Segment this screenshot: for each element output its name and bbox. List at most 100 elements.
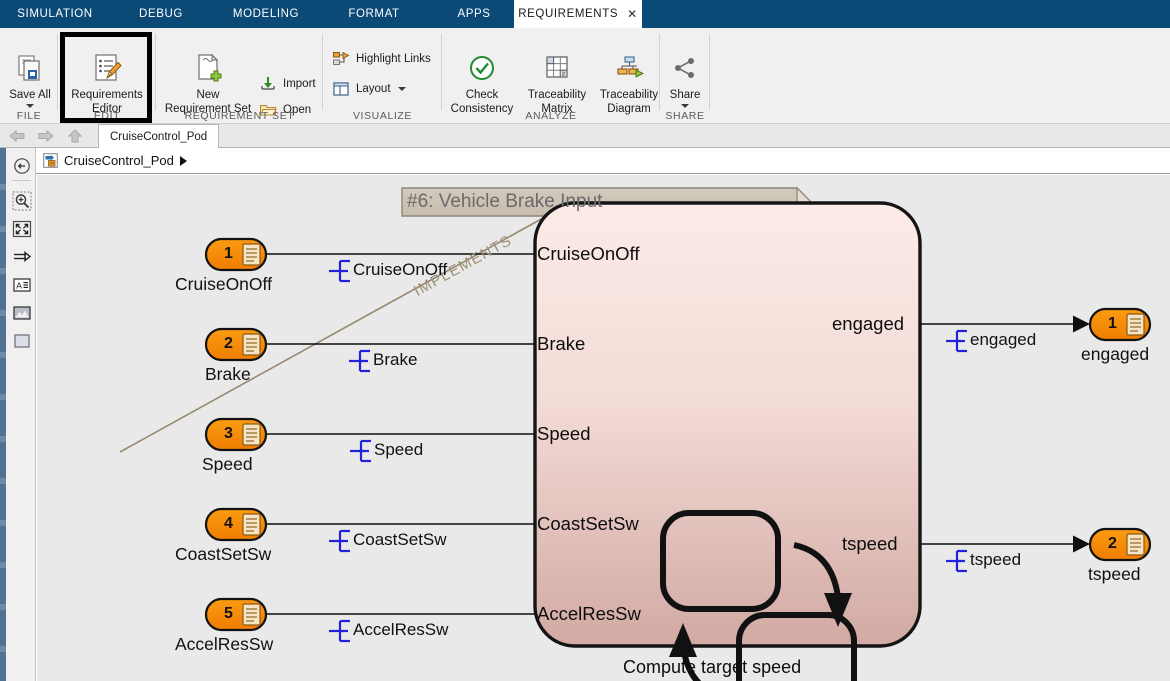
check-consistency-button[interactable]: Check Consistency xyxy=(446,50,518,116)
tab-requirements[interactable]: REQUIREMENTS ✕ xyxy=(514,0,642,28)
area-rect-icon[interactable] xyxy=(11,330,33,352)
svg-text:A: A xyxy=(16,280,22,290)
share-button[interactable]: Share xyxy=(662,50,708,108)
subsystem-caption: Compute target speed xyxy=(623,657,802,677)
signal-label-brake: Brake xyxy=(373,350,418,369)
tab-format[interactable]: FORMAT xyxy=(338,0,410,28)
block-inport-label-2: Brake xyxy=(537,333,586,354)
navigation-strip: CruiseControl_Pod xyxy=(0,124,1170,148)
requirement-doc-badge-icon xyxy=(242,513,261,536)
tab-debug[interactable]: DEBUG xyxy=(126,0,196,28)
grid-matrix-icon xyxy=(542,50,572,86)
model-tab-label: CruiseControl_Pod xyxy=(110,130,208,143)
image-icon[interactable] xyxy=(11,302,33,324)
implements-link xyxy=(119,195,564,453)
forward-arrow-icon[interactable] xyxy=(35,127,57,145)
tab-apps-label: APPS xyxy=(457,8,491,20)
breadcrumb-bar: CruiseControl_Pod xyxy=(0,148,1170,174)
layout-label: Layout xyxy=(356,83,391,95)
traceability-matrix-button[interactable]: Traceability Matrix xyxy=(521,50,593,116)
requirement-doc-badge-icon xyxy=(242,423,261,446)
save-all-button[interactable]: Save All xyxy=(4,50,56,108)
chevron-down-icon[interactable] xyxy=(397,87,406,91)
zoom-marquee-icon[interactable] xyxy=(11,190,33,212)
layout-icon xyxy=(331,79,351,99)
signal-label-cruiseonoff: CruiseOnOff xyxy=(353,260,448,279)
chevron-down-icon[interactable] xyxy=(681,104,689,108)
block-inport-label-3: Speed xyxy=(537,423,591,444)
block-outport-label-2: tspeed xyxy=(842,533,898,554)
breadcrumb[interactable]: CruiseControl_Pod xyxy=(34,148,195,173)
block-inport-label-5: AccelResSw xyxy=(537,603,641,624)
tab-simulation[interactable]: SIMULATION xyxy=(8,0,102,28)
simulink-window: SIMULATION DEBUG MODELING FORMAT APPS RE… xyxy=(0,0,1170,681)
canvas-toolbar: A xyxy=(6,148,36,681)
ribbon-group-requirement-set: New Requirement Set Import Open REQUIREM… xyxy=(156,28,323,124)
inport-label-1: CruiseOnOff xyxy=(175,274,272,294)
text-annotation-icon[interactable]: A xyxy=(11,274,33,296)
inport-number-5: 5 xyxy=(224,605,233,622)
inport-number-1: 1 xyxy=(224,245,233,262)
signal-label-engaged: engaged xyxy=(970,330,1037,349)
ribbon-group-visualize-label: VISUALIZE xyxy=(352,110,413,122)
tab-requirements-label: REQUIREMENTS xyxy=(518,8,619,20)
signal-label-coastsetsw: CoastSetSw xyxy=(353,530,447,549)
ribbon-group-analyze-label: ANALYZE xyxy=(525,110,577,122)
share-label: Share xyxy=(669,89,701,101)
inport-wires xyxy=(265,245,568,623)
outport-label-1: engaged xyxy=(1081,344,1150,364)
requirements-editor-button[interactable]: Requirements Editor xyxy=(63,50,151,116)
outport-label-2: tspeed xyxy=(1088,564,1141,584)
check-circle-icon xyxy=(467,50,497,86)
share-nodes-icon xyxy=(671,50,699,86)
outport-block-2[interactable] xyxy=(1088,527,1152,562)
tab-apps[interactable]: APPS xyxy=(444,0,504,28)
save-all-label: Save All xyxy=(9,89,51,101)
tab-debug-label: DEBUG xyxy=(139,8,183,20)
chevron-right-icon[interactable] xyxy=(179,155,187,166)
tab-modeling-label: MODELING xyxy=(232,8,300,20)
block-inport-label-1: CruiseOnOff xyxy=(537,243,640,264)
import-icon xyxy=(258,74,278,94)
ribbon-tab-bar: SIMULATION DEBUG MODELING FORMAT APPS RE… xyxy=(0,0,1170,28)
inport-number-4: 4 xyxy=(224,515,233,532)
ribbon-group-share-label: SHARE xyxy=(665,110,705,122)
rail-go-up-button[interactable] xyxy=(11,155,33,177)
tab-simulation-label: SIMULATION xyxy=(17,8,93,20)
hierarchy-diagram-icon xyxy=(614,50,644,86)
save-all-icon xyxy=(15,50,45,86)
ribbon-group-requirement-set-label: REQUIREMENT SET xyxy=(184,110,295,122)
close-icon[interactable]: ✕ xyxy=(627,8,638,20)
model-canvas[interactable]: #6: Vehicle Brake Input IMPLEMENTS 1 2 3… xyxy=(37,175,1170,681)
import-label: Import xyxy=(283,78,316,90)
up-arrow-icon[interactable] xyxy=(64,127,86,145)
import-button[interactable]: Import xyxy=(258,74,316,94)
highlight-links-icon xyxy=(331,49,351,69)
fit-to-view-icon[interactable] xyxy=(11,218,33,240)
model-tab[interactable]: CruiseControl_Pod xyxy=(98,124,220,148)
highlight-links-button[interactable]: Highlight Links xyxy=(331,49,431,69)
ribbon-group-edit: Requirements Editor EDIT xyxy=(58,28,156,124)
requirement-doc-badge-icon xyxy=(242,243,261,266)
inport-label-3: Speed xyxy=(202,454,253,474)
ribbon-group-share: Share SHARE xyxy=(660,28,710,124)
new-requirement-set-button[interactable]: New Requirement Set xyxy=(160,50,256,116)
traceability-diagram-button[interactable]: Traceability Diagram xyxy=(593,50,665,116)
ribbon-group-analyze: Check Consistency Traceability Matrix Tr… xyxy=(442,28,660,124)
requirement-note-text: #6: Vehicle Brake Input xyxy=(407,191,603,212)
signal-label-speed: Speed xyxy=(374,440,424,459)
inport-label-4: CoastSetSw xyxy=(175,544,272,564)
inport-label-5: AccelResSw xyxy=(175,634,274,654)
model-icon xyxy=(43,153,58,168)
group-separator xyxy=(709,34,710,110)
signal-label-accelressw: AccelResSw xyxy=(353,620,449,639)
chevron-down-icon[interactable] xyxy=(26,104,34,108)
layout-button[interactable]: Layout xyxy=(331,79,406,99)
back-arrow-icon[interactable] xyxy=(6,127,28,145)
outport-block-1[interactable] xyxy=(1088,307,1152,342)
tab-modeling[interactable]: MODELING xyxy=(222,0,310,28)
requirements-editor-icon xyxy=(91,50,123,86)
breadcrumb-label: CruiseControl_Pod xyxy=(64,153,174,168)
signal-line-icon[interactable] xyxy=(11,246,33,268)
ribbon: Save All FILE Requirements Editor EDIT N… xyxy=(0,28,1170,124)
